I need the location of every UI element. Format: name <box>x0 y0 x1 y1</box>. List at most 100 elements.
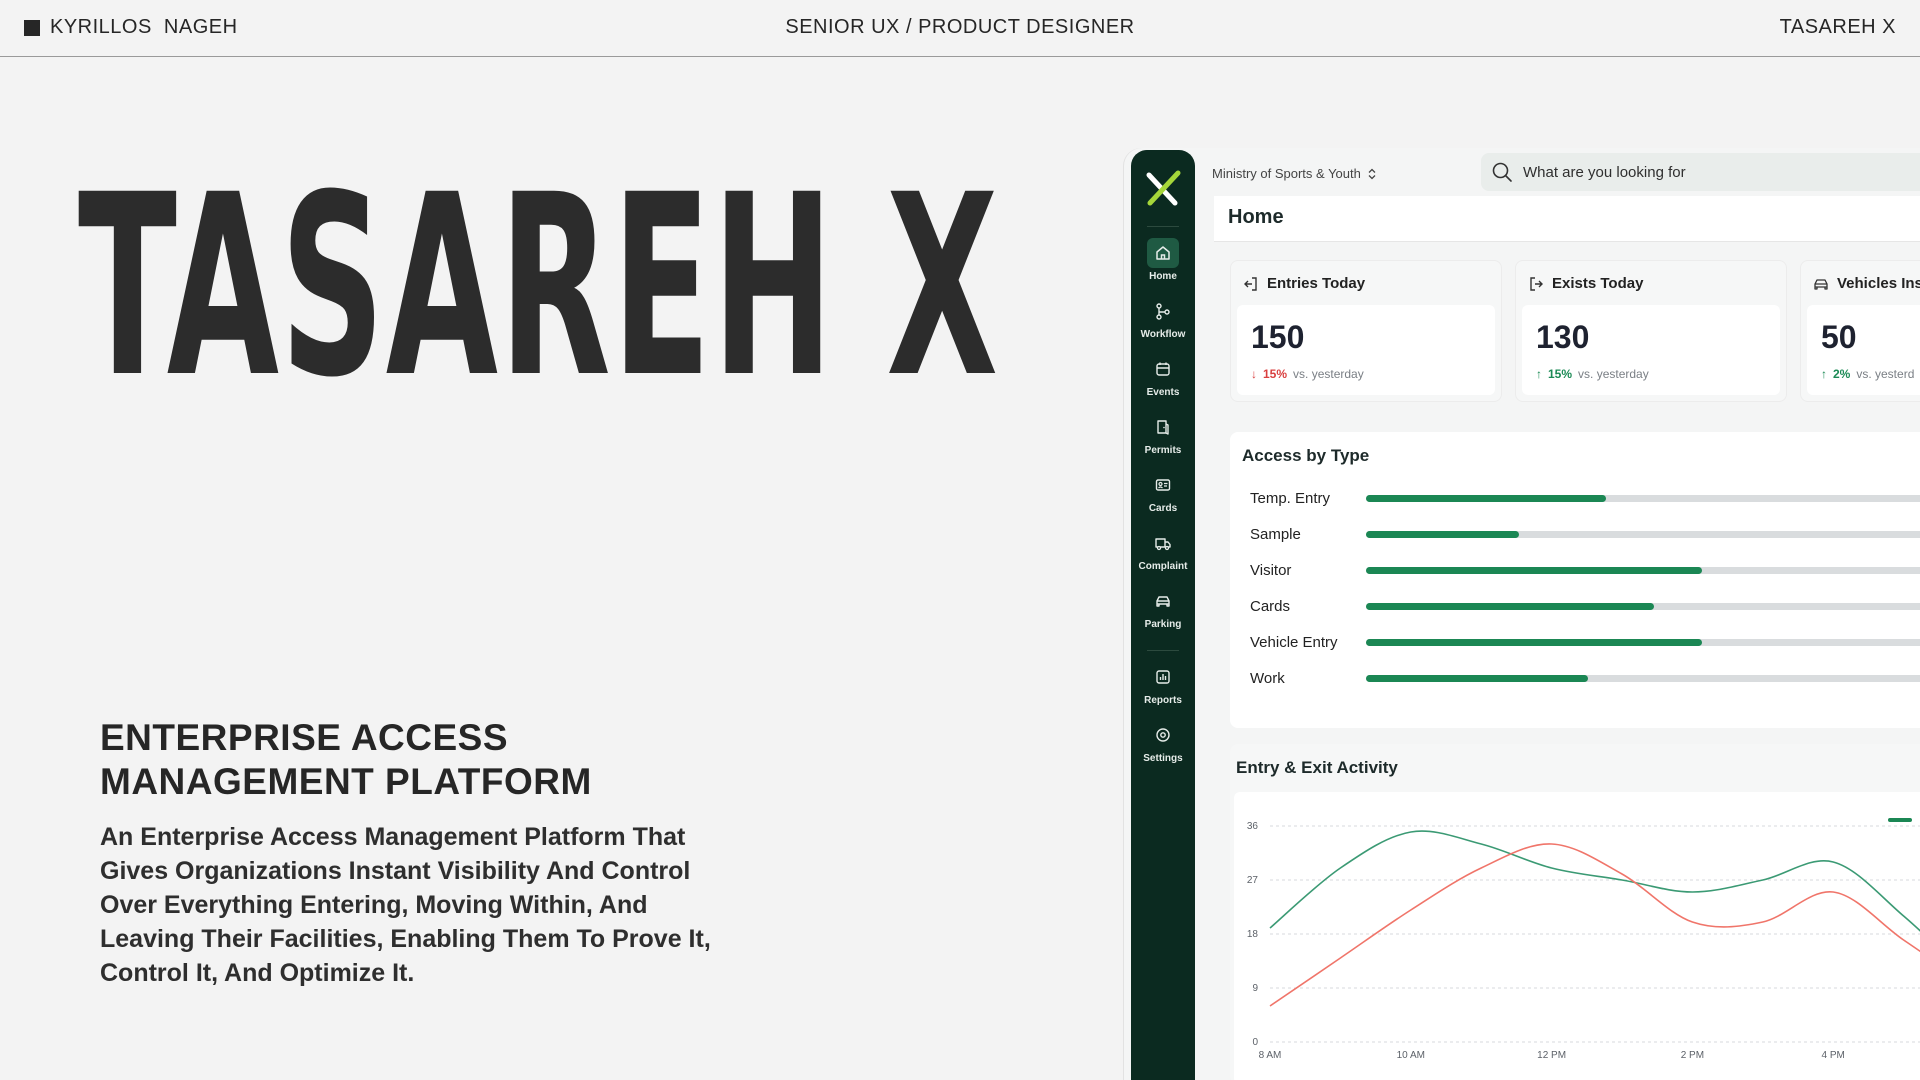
stat-card-header: Entries Today <box>1243 275 1365 292</box>
y-tick-label: 0 <box>1252 1037 1258 1048</box>
series-line-1 <box>1269 830 1920 932</box>
arrow-up-icon: ↑ <box>1821 367 1827 381</box>
stat-card-body: 130 ↑ 15% vs. yesterday <box>1522 305 1780 395</box>
stat-delta-value: 15% <box>1548 367 1573 381</box>
stat-delta: ↑ 2% vs. yesterd <box>1821 367 1914 381</box>
activity-title: Entry & Exit Activity <box>1236 758 1398 777</box>
entry-icon <box>1244 276 1257 291</box>
car-icon <box>1147 586 1179 616</box>
stat-card-exits: Exists Today 130 ↑ 15% vs. yesterday <box>1515 260 1787 402</box>
stat-card-body: 150 ↓ 15% vs. yesterday <box>1237 305 1495 395</box>
entry-exit-activity-card: Entry & Exit Activity 0 9 18 27 36 8 AM 10 AM 1… <box>1230 744 1920 1080</box>
tasareh-logo <box>1146 170 1181 206</box>
stat-title: Vehicles Ins <box>1837 275 1920 292</box>
access-row: Work <box>1230 668 1920 688</box>
progress-fill <box>1366 675 1588 682</box>
activity-plot-area: 091827368 AM10 AM12 PM2 PM4 PM6 PM <box>1234 792 1920 1080</box>
access-by-type-title: Access by Type <box>1242 446 1370 465</box>
hero-title: TASAREH X <box>78 141 1000 432</box>
stat-compare: vs. yesterday <box>1578 367 1649 381</box>
nav-settings-label: Settings <box>1143 753 1183 764</box>
car-icon <box>1814 278 1828 290</box>
calendar-icon <box>1147 354 1179 384</box>
access-row-label: Visitor <box>1250 562 1292 579</box>
nav-workflow-label: Workflow <box>1140 329 1186 340</box>
stat-card-entries: Entries Today 150 ↓ 15% vs. yesterday <box>1230 260 1502 402</box>
settings-icon <box>1147 720 1179 750</box>
progress-fill <box>1366 603 1654 610</box>
progress-track <box>1366 675 1920 682</box>
nav-events[interactable]: Events <box>1131 354 1195 398</box>
project-name: TASAREH X <box>1779 16 1896 38</box>
permit-icon <box>1147 412 1179 442</box>
search-icon <box>1492 162 1512 182</box>
nav-home[interactable]: Home <box>1131 238 1195 282</box>
exit-icon <box>1530 276 1543 291</box>
progress-fill <box>1366 495 1606 502</box>
progress-track <box>1366 531 1920 538</box>
stat-card-vehicles: Vehicles Ins 50 ↑ 2% vs. yesterd <box>1800 260 1920 402</box>
progress-track <box>1366 639 1920 646</box>
progress-track <box>1366 567 1920 574</box>
x-tick-label: 12 PM <box>1537 1050 1566 1061</box>
access-row: Temp. Entry <box>1230 488 1920 508</box>
stat-value: 50 <box>1821 319 1857 355</box>
nav-parking[interactable]: Parking <box>1131 586 1195 630</box>
nav-reports[interactable]: Reports <box>1131 662 1195 706</box>
nav-cards[interactable]: Cards <box>1131 470 1195 514</box>
stat-delta-value: 2% <box>1833 367 1851 381</box>
access-row: Vehicle Entry <box>1230 632 1920 652</box>
access-row-label: Sample <box>1250 526 1301 543</box>
x-tick-label: 8 AM <box>1259 1050 1282 1061</box>
nav-complaint-label: Complaint <box>1138 561 1188 572</box>
access-row-label: Cards <box>1250 598 1291 615</box>
x-tick-label: 4 PM <box>1822 1050 1845 1061</box>
hero-subtitle: ENTERPRISE ACCESS MANAGEMENT PLATFORM <box>100 716 592 804</box>
stat-title: Exists Today <box>1552 275 1644 292</box>
nav-permits[interactable]: Permits <box>1131 412 1195 456</box>
y-tick-label: 36 <box>1247 821 1259 832</box>
sidebar: Home Workflow Events Permits Cards Compl… <box>1131 150 1195 1080</box>
y-tick-label: 18 <box>1247 929 1259 940</box>
hero-subtitle-line-2: MANAGEMENT PLATFORM <box>100 761 592 802</box>
stat-compare: vs. yesterday <box>1293 367 1364 381</box>
series-line-2 <box>1269 843 1920 1007</box>
stat-delta: ↓ 15% vs. yesterday <box>1251 367 1364 381</box>
nav-home-label: Home <box>1149 271 1177 282</box>
home-icon <box>1147 238 1179 268</box>
chevron-updown-icon <box>1368 168 1376 179</box>
workflow-icon <box>1147 296 1179 326</box>
page-header: Home <box>1214 196 1920 242</box>
search-input[interactable] <box>1523 163 1903 181</box>
hero-description: An Enterprise Access Management Platform… <box>100 823 711 987</box>
nav-cards-label: Cards <box>1148 503 1178 514</box>
stat-compare: vs. yesterd <box>1856 367 1915 381</box>
org-selector[interactable]: Ministry of Sports & Youth <box>1212 166 1377 181</box>
access-row: Visitor <box>1230 560 1920 580</box>
progress-track <box>1366 495 1920 502</box>
access-row-label: Work <box>1250 670 1285 687</box>
progress-fill <box>1366 639 1702 646</box>
truck-icon <box>1147 528 1179 558</box>
stat-title: Entries Today <box>1267 275 1366 292</box>
stat-value: 150 <box>1251 319 1305 355</box>
activity-line-chart: 091827368 AM10 AM12 PM2 PM4 PM6 PM <box>1247 818 1920 1061</box>
access-row-label: Vehicle Entry <box>1250 634 1338 651</box>
nav-workflow[interactable]: Workflow <box>1131 296 1195 340</box>
x-tick-label: 2 PM <box>1681 1050 1704 1061</box>
stat-value: 130 <box>1536 319 1590 355</box>
report-icon <box>1147 662 1179 692</box>
progress-track <box>1366 603 1920 610</box>
search-bar[interactable] <box>1481 153 1920 191</box>
y-tick-label: 27 <box>1247 875 1259 886</box>
progress-fill <box>1366 531 1519 538</box>
org-selector-label: Ministry of Sports & Youth <box>1212 166 1361 181</box>
access-row: Cards <box>1230 596 1920 616</box>
access-by-type-card: Access by Type Temp. Entry Sample Visito… <box>1230 432 1920 728</box>
designer-role: SENIOR UX / PRODUCT DESIGNER <box>785 16 1135 38</box>
nav-complaint[interactable]: Complaint <box>1131 528 1195 572</box>
nav-parking-label: Parking <box>1144 619 1182 630</box>
stat-card-header: Vehicles Ins <box>1813 275 1920 292</box>
dashboard-mockup: Home Workflow Events Permits Cards Compl… <box>1124 148 1920 1080</box>
nav-settings[interactable]: Settings <box>1131 720 1195 764</box>
